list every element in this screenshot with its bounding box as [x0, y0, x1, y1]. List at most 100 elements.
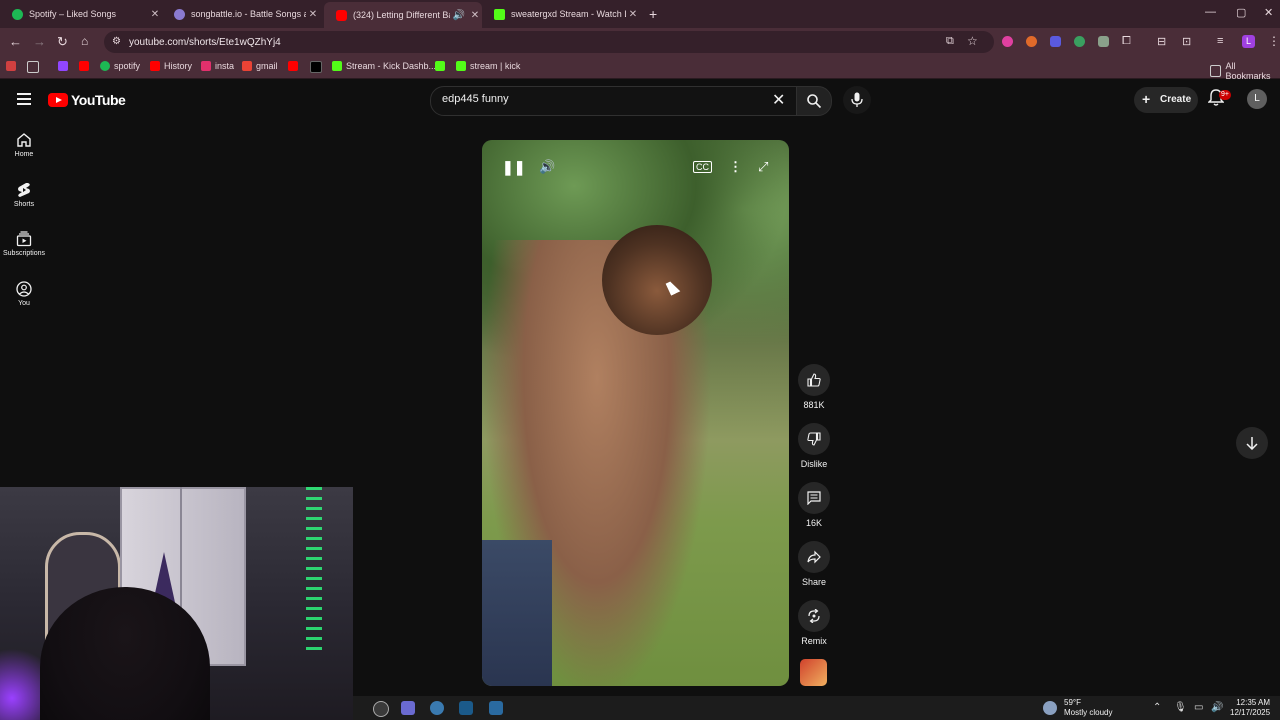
settings-app-icon[interactable]	[430, 701, 444, 715]
comments-button[interactable]: 16K	[798, 482, 830, 528]
extension-icon[interactable]	[1098, 36, 1109, 47]
forward-icon[interactable]: →	[33, 34, 46, 49]
weather-widget[interactable]: 59°F Mostly cloudy	[1064, 698, 1112, 718]
bookmark-app-icon[interactable]	[6, 61, 20, 71]
shorts-video-player[interactable]	[482, 140, 789, 686]
reading-list-icon[interactable]: ≡	[1217, 35, 1223, 47]
browser-tab-kick[interactable]: sweatergxd Stream - Watch Liv ✕	[482, 3, 640, 25]
bookmark-youtube-2[interactable]	[288, 61, 302, 71]
close-icon[interactable]: ✕	[626, 9, 640, 20]
pause-icon[interactable]: ❚❚	[502, 159, 525, 176]
site-info-icon[interactable]: ⚙	[112, 36, 121, 47]
extensions-puzzle-icon[interactable]: ⧠	[1122, 35, 1131, 48]
next-short-button[interactable]	[1236, 427, 1268, 459]
share-button[interactable]: Share	[798, 541, 830, 587]
install-app-icon[interactable]: ⧉	[946, 35, 954, 48]
bookmark-stream-kick[interactable]: stream | kick	[456, 61, 520, 71]
reload-icon[interactable]: ↻	[57, 34, 68, 50]
browser-tab-spotify[interactable]: Spotify – Liked Songs ✕	[0, 3, 162, 25]
fullscreen-icon[interactable]: ⤢	[758, 159, 768, 175]
sidebar-item-subscriptions[interactable]: Subscriptions	[0, 231, 48, 257]
you-icon	[16, 281, 32, 297]
taskbar-app-icon[interactable]	[373, 701, 389, 717]
all-bookmarks[interactable]: All Bookmarks	[1210, 61, 1280, 81]
remix-label: Remix	[801, 636, 827, 646]
minimize-icon[interactable]: —	[1205, 6, 1216, 18]
sidebar-label: Home	[14, 151, 34, 158]
volume-icon[interactable]: 🔊	[539, 159, 555, 175]
bookmark-x[interactable]	[310, 61, 326, 73]
bookmark-kick-dashboard[interactable]: Stream - Kick Dashb...	[332, 61, 436, 71]
browser-tab-songbattle[interactable]: songbattle.io - Battle Songs ag ✕	[162, 3, 320, 25]
new-tab-button[interactable]: +	[649, 6, 657, 22]
clear-search-icon[interactable]: ✕	[772, 90, 785, 110]
share-icon	[807, 550, 821, 564]
kick-icon	[494, 8, 505, 20]
volume-tray-icon[interactable]: 🔊	[1211, 702, 1223, 713]
sidebar-item-you[interactable]: You	[0, 281, 48, 307]
close-icon[interactable]: ✕	[306, 9, 320, 20]
comment-icon	[807, 491, 821, 505]
profile-avatar[interactable]: L	[1242, 35, 1255, 48]
voice-search-button[interactable]	[843, 86, 871, 114]
tab-search-icon[interactable]: ⊟	[1157, 35, 1166, 48]
bookmark-kick[interactable]	[435, 61, 449, 71]
logo-text: YouTube	[71, 92, 126, 108]
thumbs-up-icon	[807, 373, 821, 387]
more-options-icon[interactable]: ⋮	[729, 159, 742, 175]
microphone-tray-icon[interactable]: 🎙	[1174, 702, 1187, 713]
screenshot-icon[interactable]: ⊡	[1182, 35, 1191, 48]
hamburger-menu-icon[interactable]	[17, 93, 31, 108]
comment-count: 16K	[805, 518, 822, 528]
speaker-icon[interactable]: 🔊	[450, 10, 468, 21]
bookmark-gmail[interactable]: gmail	[242, 61, 278, 71]
sidebar-label: You	[18, 300, 30, 307]
sidebar-item-shorts[interactable]: Shorts	[0, 182, 48, 208]
maximize-icon[interactable]: ▢	[1236, 6, 1246, 19]
bookmark-spotify[interactable]: spotify	[100, 61, 140, 71]
more-menu-icon[interactable]: ⋮	[1268, 34, 1280, 48]
bookmark-twitch[interactable]	[58, 61, 72, 71]
captions-icon[interactable]: CC	[693, 161, 712, 173]
tab-title: songbattle.io - Battle Songs ag	[191, 9, 306, 19]
spotify-icon	[12, 8, 23, 20]
bookmark-label: Stream - Kick Dashb...	[346, 61, 437, 71]
notification-badge: 9+	[1219, 90, 1231, 100]
home-icon[interactable]: ⌂	[81, 34, 88, 48]
like-button[interactable]: 881K	[798, 364, 830, 410]
dislike-button[interactable]: Dislike	[798, 423, 830, 469]
gamepad-icon[interactable]	[401, 701, 415, 715]
close-window-icon[interactable]: ✕	[1264, 6, 1273, 19]
extension-icon[interactable]	[1026, 36, 1037, 47]
extension-icon[interactable]	[1074, 36, 1085, 47]
tray-expand-icon[interactable]: ⌃	[1153, 702, 1161, 713]
bookmark-label: All Bookmarks	[1225, 61, 1271, 81]
plus-icon: +	[1142, 91, 1151, 107]
back-icon[interactable]: ←	[9, 34, 22, 49]
browser-tab-youtube[interactable]: (324) Letting Different Balls 🔊 ✕	[324, 2, 482, 28]
youtube-logo[interactable]: YouTube	[48, 92, 126, 108]
weather-icon[interactable]	[1043, 701, 1057, 715]
bookmark-insta[interactable]: insta	[201, 61, 234, 71]
extension-icon[interactable]	[1050, 36, 1061, 47]
search-button[interactable]	[796, 86, 832, 116]
create-button[interactable]: + Create	[1134, 87, 1198, 113]
sound-thumbnail[interactable]	[800, 659, 827, 686]
subscriptions-icon	[16, 231, 32, 247]
steam-icon[interactable]	[459, 701, 473, 715]
bookmark-history[interactable]: History	[150, 61, 192, 71]
remix-button[interactable]: Remix	[798, 600, 830, 646]
apps-grid-icon[interactable]	[27, 61, 43, 73]
close-icon[interactable]: ✕	[468, 10, 482, 21]
taskbar-window-icon[interactable]	[489, 701, 503, 715]
close-icon[interactable]: ✕	[148, 9, 162, 20]
account-avatar[interactable]: L	[1247, 89, 1267, 109]
system-clock[interactable]: 12:35 AM 12/17/2025	[1230, 698, 1270, 718]
bookmark-star-icon[interactable]: ☆	[967, 34, 978, 48]
tab-title: (324) Letting Different Balls	[353, 10, 450, 20]
bookmark-youtube[interactable]	[79, 61, 93, 71]
sidebar-item-home[interactable]: Home	[0, 132, 48, 158]
clock-date: 12/17/2025	[1230, 708, 1271, 717]
display-tray-icon[interactable]: ▭	[1194, 702, 1203, 713]
extension-icon[interactable]	[1002, 36, 1013, 47]
